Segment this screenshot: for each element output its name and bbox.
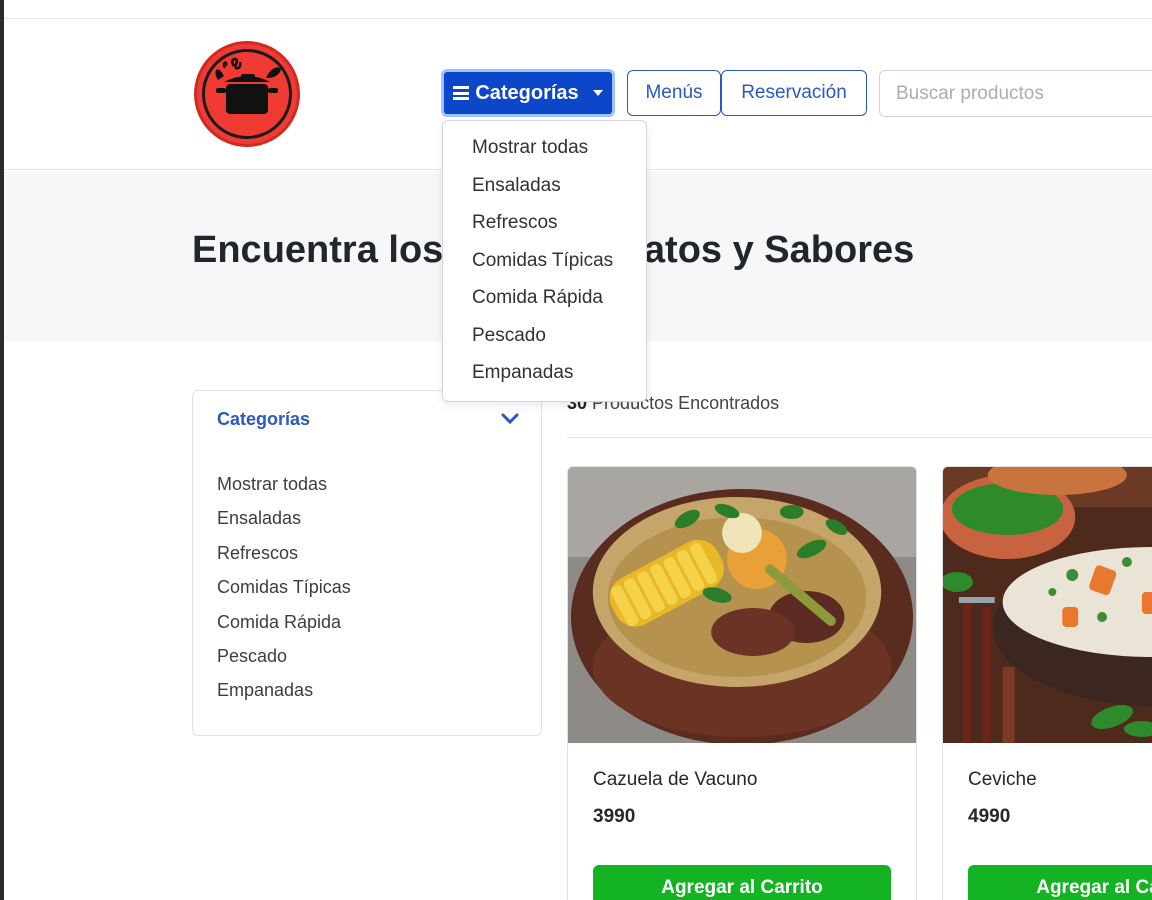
product-card: Cazuela de Vacuno 3990 Agregar al Carrit… [567,466,917,900]
results-divider [567,437,1152,438]
categories-dropdown-button[interactable]: Categorías [441,69,615,117]
add-to-cart-button[interactable]: Agregar al Carrito [593,865,891,900]
product-price: 4990 [968,806,1011,827]
dropdown-item[interactable]: Comida Rápida [443,286,646,324]
product-image[interactable] [943,467,1152,743]
top-strip [4,0,1152,19]
dropdown-item[interactable]: Mostrar todas [443,136,646,174]
dropdown-item[interactable]: Refrescos [443,211,646,249]
product-price: 3990 [593,806,636,827]
dropdown-item[interactable]: Ensaladas [443,174,646,212]
categories-dropdown-menu: Mostrar todas Ensaladas Refrescos Comida… [442,120,647,402]
dropdown-item[interactable]: Empanadas [443,361,646,399]
sidebar-item[interactable]: Comida Rápida [217,612,351,646]
chevron-down-icon[interactable] [501,413,519,425]
product-image[interactable] [568,467,916,743]
dropdown-item[interactable]: Comidas Típicas [443,249,646,287]
search-input[interactable]: Buscar productos [879,70,1152,117]
restaurant-logo[interactable] [194,41,300,147]
page: Categorías Menús Reservación Buscar prod… [4,0,1152,900]
dropdown-item[interactable]: Pescado [443,324,646,362]
sidebar-item[interactable]: Comidas Típicas [217,577,351,611]
category-sidebar: Categorías Mostrar todas Ensaladas Refre… [192,390,542,736]
add-to-cart-button[interactable]: Agregar al Carrito [968,865,1152,900]
categories-button-label: Categorías [475,81,579,104]
sidebar-item[interactable]: Mostrar todas [217,474,351,508]
product-name[interactable]: Cazuela de Vacuno [593,769,757,791]
product-card: Ceviche 4990 Agregar al Carrito [942,466,1152,900]
sidebar-title[interactable]: Categorías [217,409,310,430]
menu-icon [453,86,470,100]
menus-button[interactable]: Menús [627,70,721,116]
product-name[interactable]: Ceviche [968,769,1037,791]
sidebar-item[interactable]: Pescado [217,646,351,680]
caret-down-icon [592,90,603,96]
sidebar-item[interactable]: Refrescos [217,543,351,577]
cooking-pot-icon [215,57,281,114]
reservation-button[interactable]: Reservación [721,70,867,116]
sidebar-category-list: Mostrar todas Ensaladas Refrescos Comida… [217,474,351,715]
sidebar-item[interactable]: Ensaladas [217,508,351,542]
sidebar-item[interactable]: Empanadas [217,680,351,714]
